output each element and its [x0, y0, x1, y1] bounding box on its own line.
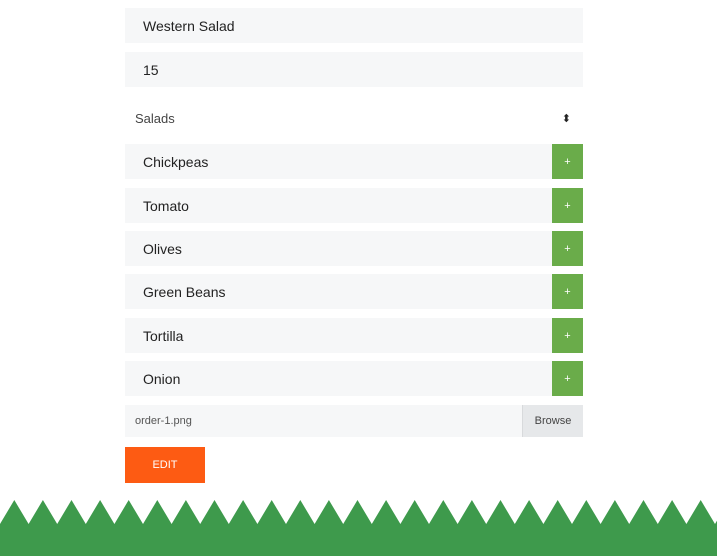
ingredient-label: Chickpeas — [143, 153, 209, 170]
sort-caret-icon: ⬍ — [561, 112, 571, 125]
plus-icon: + — [564, 372, 571, 385]
ingredient-field[interactable]: Tortilla — [125, 318, 552, 353]
plus-icon: + — [564, 285, 571, 298]
add-ingredient-button[interactable]: + — [552, 361, 583, 396]
plus-icon: + — [564, 329, 571, 342]
plus-icon: + — [564, 155, 571, 168]
add-ingredient-button[interactable]: + — [552, 274, 583, 309]
image-file-input[interactable]: order-1.png Browse — [125, 405, 583, 437]
ingredient-label: Green Beans — [143, 283, 226, 300]
ingredient-label: Tortilla — [143, 327, 184, 344]
ingredient-row: Chickpeas + — [125, 144, 583, 179]
plus-icon: + — [564, 242, 571, 255]
item-name-value: Western Salad — [143, 17, 235, 34]
edit-button[interactable]: EDIT — [125, 447, 205, 483]
category-selected-value: Salads — [135, 110, 175, 126]
ingredient-row: Onion + — [125, 361, 583, 396]
ingredient-field[interactable]: Green Beans — [125, 274, 552, 309]
add-ingredient-button[interactable]: + — [552, 318, 583, 353]
ingredient-row: Green Beans + — [125, 274, 583, 309]
ingredient-field[interactable]: Olives — [125, 231, 552, 266]
ingredient-row: Tortilla + — [125, 318, 583, 353]
ingredient-label: Tomato — [143, 197, 189, 214]
browse-button[interactable]: Browse — [522, 405, 583, 437]
plus-icon: + — [564, 199, 571, 212]
add-ingredient-button[interactable]: + — [552, 231, 583, 266]
ingredient-label: Olives — [143, 240, 182, 257]
ingredient-row: Olives + — [125, 231, 583, 266]
item-price-input[interactable]: 15 — [125, 52, 583, 87]
add-ingredient-button[interactable]: + — [552, 188, 583, 223]
item-name-input[interactable]: Western Salad — [125, 8, 583, 43]
ingredient-label: Onion — [143, 370, 181, 387]
ingredient-field[interactable]: Tomato — [125, 188, 552, 223]
category-select[interactable]: Salads ⬍ — [125, 100, 583, 136]
add-ingredient-button[interactable]: + — [552, 144, 583, 179]
ingredient-field[interactable]: Chickpeas — [125, 144, 552, 179]
file-name: order-1.png — [135, 415, 192, 427]
ingredient-field[interactable]: Onion — [125, 361, 552, 396]
ingredient-row: Tomato + — [125, 188, 583, 223]
item-price-value: 15 — [143, 61, 159, 78]
zigzag-footer-border — [0, 500, 717, 556]
